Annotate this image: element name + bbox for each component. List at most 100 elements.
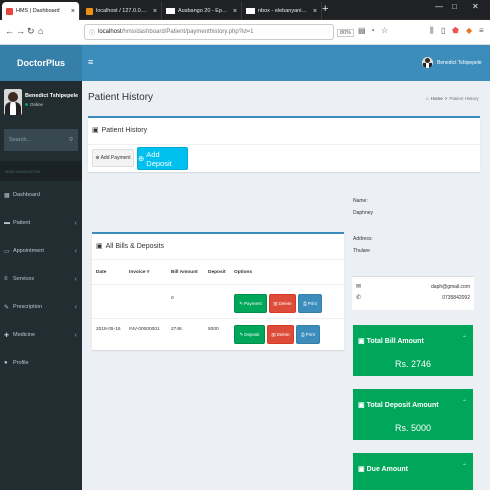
breadcrumb-home[interactable]: Home	[431, 96, 443, 101]
phone-icon: ✆	[356, 295, 362, 301]
page-title: Patient History	[88, 92, 154, 103]
home-icon[interactable]: ⌂	[426, 96, 429, 101]
hms-favicon-icon	[6, 7, 13, 15]
column-header-deposit: Deposit	[208, 270, 226, 275]
user-status-text: Online	[30, 102, 44, 107]
bookmark-star-icon[interactable]: ☆	[381, 26, 388, 35]
sidebar-item-dashboard[interactable]: ▦ Dashboard	[0, 181, 82, 209]
chevron-up-icon[interactable]: ⌃	[462, 399, 467, 406]
maximize-button[interactable]: □	[452, 2, 457, 11]
patient-address: Thulare	[353, 248, 370, 254]
search-icon[interactable]: ⚲	[69, 137, 73, 143]
money-icon: ▣	[92, 127, 99, 134]
pocket-icon[interactable]: ◔	[370, 26, 375, 35]
plus-circle-icon: ⊕	[95, 155, 100, 161]
window-close-button[interactable]: ✕	[472, 2, 479, 11]
tab-close-icon[interactable]: ×	[233, 8, 237, 15]
edit-icon: ✎	[239, 300, 243, 306]
box-title-text: All Bills & Deposits	[105, 242, 164, 250]
chevron-left-icon: ‹	[74, 247, 77, 255]
user-name: Benedict Tshipepele	[25, 93, 79, 99]
browser-tab[interactable]: nbox - elebanyani7@gmail.co ×	[242, 2, 322, 20]
browser-tab[interactable]: localhost / 127.0.0.1 / hms / pa ×	[82, 2, 162, 20]
edit-icon: ✎	[4, 304, 10, 311]
payment-label: Payment	[244, 301, 262, 306]
reload-icon[interactable]: ↻	[27, 26, 35, 37]
sidebar-item-patient[interactable]: ▬ Patient ‹	[0, 209, 82, 237]
card-title-text: Total Bill Amount	[366, 337, 424, 345]
tab-close-icon[interactable]: ×	[71, 8, 75, 15]
url-host: localhost	[98, 29, 122, 35]
sidebar-search[interactable]: Search... ⚲	[4, 129, 78, 151]
sidebar-toggle-button[interactable]: ≡	[88, 57, 93, 67]
tab-title: nbox - elebanyani7@gmail.co	[258, 8, 310, 14]
header-user-name[interactable]: Benedict Tshipepele	[437, 60, 482, 66]
reader-view-icon[interactable]: ▤	[358, 26, 366, 35]
column-header-invoice: Invoice #	[129, 270, 150, 275]
chevron-left-icon: ‹	[74, 275, 77, 283]
minimize-button[interactable]: —	[435, 2, 443, 11]
info-icon[interactable]: ⓘ	[89, 28, 95, 37]
patient-history-box: ▣ Patient History ⊕ Add Payment ⊕ Add Depos…	[88, 116, 480, 172]
redacted-favicon-icon	[166, 8, 175, 14]
envelope-icon: ✉	[356, 284, 362, 290]
sidebar-item-label: Profile	[13, 360, 29, 366]
card-title: ▣ Total Deposit Amount	[358, 401, 439, 410]
sidebar-item-label: Appointment	[13, 248, 44, 254]
add-payment-button[interactable]: ⊕ Add Payment	[92, 149, 134, 167]
sidebar: DoctorPlus Benedict Tshipepele Online Se…	[0, 45, 82, 490]
browser-navbar: ← → ↻ ⌂ ⓘ localhost /hms/dashboard/Patie…	[0, 20, 490, 45]
add-deposit-button[interactable]: ⊕ Add Deposit	[137, 147, 188, 170]
tab-close-icon[interactable]: ×	[313, 8, 317, 15]
search-input[interactable]: Search...	[9, 137, 31, 143]
sidebar-item-appointment[interactable]: ▭ Appointment ‹	[0, 237, 82, 265]
patient-name: Daphney	[353, 210, 374, 216]
add-deposit-label: Add Deposit	[146, 149, 172, 168]
sidebar-item-profile[interactable]: ● Profile	[0, 349, 82, 377]
plus-circle-icon: ⊕	[138, 154, 145, 163]
back-arrow-icon[interactable]: ←	[5, 26, 14, 36]
sidebar-item-prescription[interactable]: ✎ Prescription ‹	[0, 293, 82, 321]
browser-tab-strip: HMS | Dashboard × localhost / 127.0.0.1 …	[0, 0, 490, 20]
dashboard-icon: ▦	[4, 192, 10, 199]
url-bar[interactable]: ⓘ localhost /hms/dashboard/Patient/payme…	[84, 24, 334, 40]
extension-shield-icon[interactable]: ⬟	[452, 26, 459, 35]
browser-tab-active[interactable]: HMS | Dashboard ×	[2, 2, 80, 20]
address-label: Address:	[353, 236, 373, 242]
chevron-up-icon[interactable]: ⌃	[462, 335, 467, 342]
print-icon: ⎙	[301, 332, 305, 337]
user-panel: Benedict Tshipepele Online	[0, 81, 82, 129]
print-button[interactable]: ⎙ Print	[298, 294, 322, 313]
delete-label: Delete	[276, 332, 290, 337]
box-title: ▣ Patient History	[92, 126, 147, 135]
header-avatar[interactable]	[422, 57, 433, 68]
library-icon[interactable]: ⫼	[430, 26, 434, 36]
sidebar-item-label: Dashboard	[13, 192, 40, 198]
delete-button[interactable]: ▥ Delete	[267, 325, 294, 344]
payment-button[interactable]: ✎ Payment	[234, 294, 267, 313]
extension-icon[interactable]: ◆	[466, 26, 472, 35]
home-icon[interactable]: ⌂	[38, 26, 43, 36]
chevron-up-icon[interactable]: ⌃	[462, 463, 467, 470]
sidebar-item-medicine[interactable]: ✚ Medicine ‹	[0, 321, 82, 349]
tab-close-icon[interactable]: ×	[153, 8, 157, 15]
zoom-level[interactable]: 80%	[337, 29, 355, 37]
delete-label: Delete	[278, 301, 292, 306]
delete-button[interactable]: ▥ Delete	[269, 294, 296, 313]
laptop-icon: ▭	[4, 248, 10, 255]
print-button[interactable]: ⎙ Print	[296, 325, 320, 344]
money-icon: ▣	[358, 466, 365, 473]
deposit-button[interactable]: ✎ Deposit	[234, 325, 265, 344]
forward-arrow-icon[interactable]: →	[16, 26, 25, 36]
brand-logo[interactable]: DoctorPlus	[0, 45, 82, 81]
url-path: /hms/dashboard/Patient/paymenthistory.ph…	[121, 29, 254, 35]
row2-date: 2018-05-16	[96, 327, 121, 332]
sidebar-item-services[interactable]: ≡ Services ‹	[0, 265, 82, 293]
sidebar-toggle-icon[interactable]: ▯	[441, 26, 445, 35]
menu-icon[interactable]: ≡	[479, 26, 484, 35]
tab-title: Ausbango 20 - Eps 1 | 9 Jan 20	[178, 8, 230, 14]
browser-tab[interactable]: Ausbango 20 - Eps 1 | 9 Jan 20 ×	[162, 2, 242, 20]
new-tab-button[interactable]: +	[322, 3, 328, 15]
sidebar-item-label: Services	[13, 276, 35, 282]
patient-phone: 0735842092	[442, 295, 470, 301]
